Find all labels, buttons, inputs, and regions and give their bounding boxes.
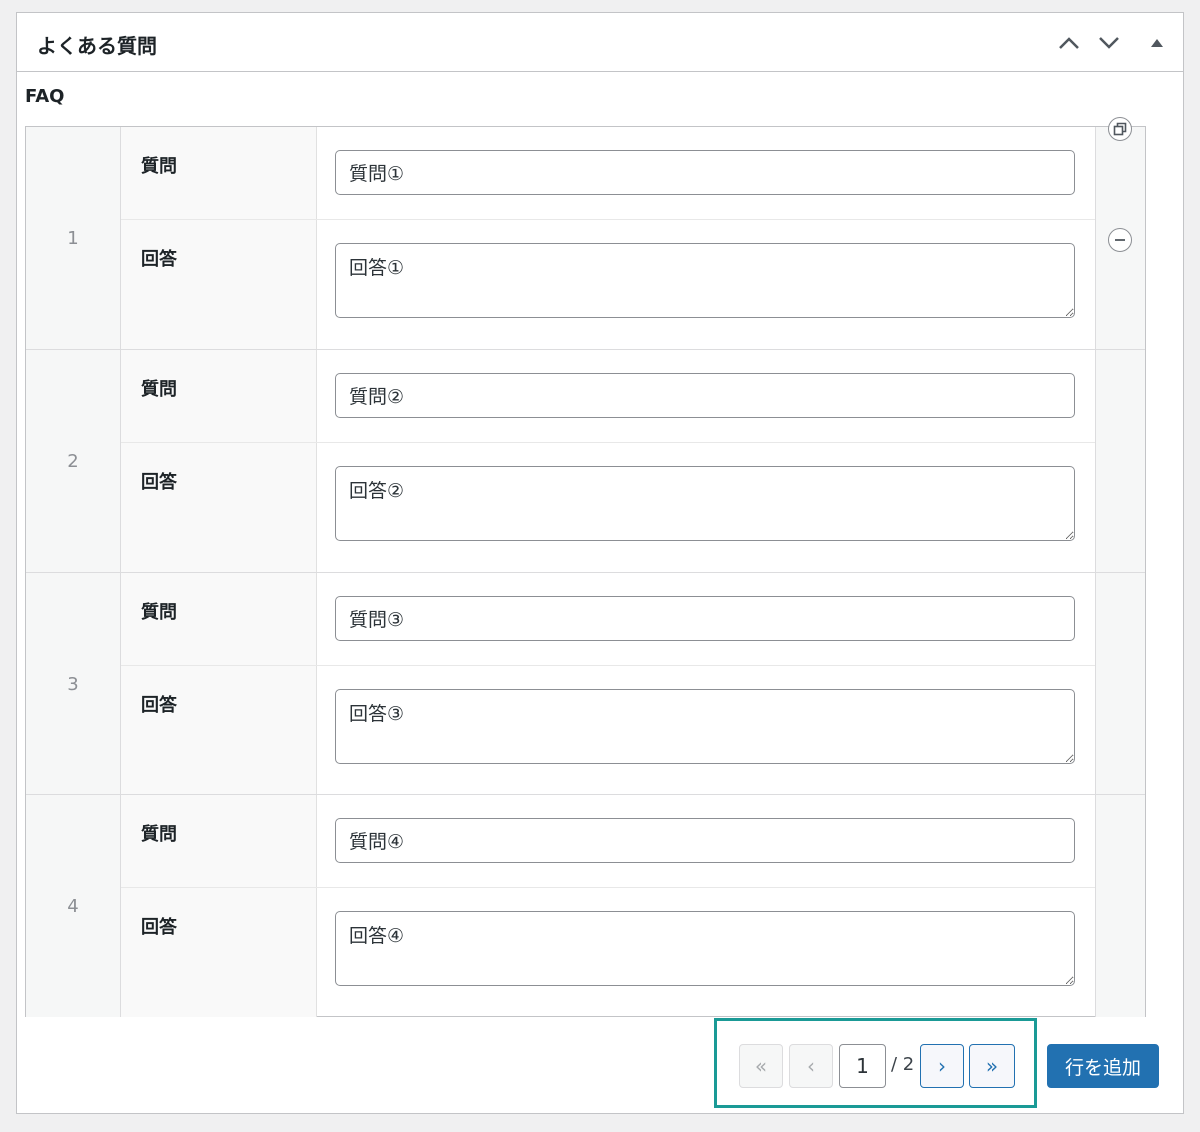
answer-subfield: 回答 回答④: [121, 888, 1095, 1017]
current-page-input[interactable]: [839, 1044, 886, 1088]
row-actions: [1095, 350, 1145, 572]
row-actions: [1095, 795, 1145, 1017]
repeater-row: 3 質問 回答 回答③: [26, 572, 1145, 795]
question-input-cell: [317, 350, 1095, 442]
field-label: FAQ: [25, 86, 65, 107]
answer-textarea[interactable]: 回答①: [335, 243, 1075, 318]
row-handle[interactable]: 1: [26, 127, 121, 350]
triangle-up-icon: [1151, 39, 1163, 47]
question-label: 質問: [141, 602, 177, 623]
total-pages: / 2: [891, 1054, 915, 1075]
answer-textarea[interactable]: 回答④: [335, 911, 1075, 986]
faq-repeater: 1 質問 回答 回答① 2: [25, 117, 1146, 1017]
answer-input-cell: 回答④: [317, 888, 1095, 1017]
answer-label-cell: 回答: [121, 220, 317, 349]
row-actions: [1095, 573, 1145, 795]
metabox-title: よくある質問: [37, 34, 157, 58]
question-input[interactable]: [335, 818, 1075, 863]
answer-label: 回答: [141, 249, 177, 270]
row-index: 1: [67, 228, 79, 249]
chevron-down-icon: [1099, 37, 1119, 49]
answer-label: 回答: [141, 917, 177, 938]
row-handle[interactable]: 2: [26, 350, 121, 572]
row-handle[interactable]: 4: [26, 795, 121, 1017]
question-input[interactable]: [335, 373, 1075, 418]
question-label: 質問: [141, 156, 177, 177]
chevron-up-icon: [1059, 37, 1079, 49]
answer-label: 回答: [141, 472, 177, 493]
row-index: 2: [67, 450, 79, 472]
repeater-row: 4 質問 回答 回答④: [26, 794, 1145, 1017]
question-label-cell: 質問: [121, 573, 317, 665]
answer-subfield: 回答 回答②: [121, 443, 1095, 572]
row-handle[interactable]: 3: [26, 573, 121, 795]
metabox-header: よくある質問: [17, 13, 1183, 72]
question-subfield: 質問: [121, 795, 1095, 888]
answer-input-cell: 回答①: [317, 220, 1095, 349]
minus-icon: [1115, 239, 1125, 241]
question-label: 質問: [141, 824, 177, 845]
question-subfield: 質問: [121, 350, 1095, 443]
question-label-cell: 質問: [121, 350, 317, 442]
answer-label-cell: 回答: [121, 443, 317, 572]
question-label-cell: 質問: [121, 795, 317, 887]
answer-subfield: 回答 回答③: [121, 666, 1095, 795]
prev-page-button[interactable]: ‹: [789, 1044, 833, 1088]
row-index: 3: [67, 673, 79, 695]
repeater-row: 2 質問 回答 回答②: [26, 349, 1145, 572]
move-down-button[interactable]: [1095, 29, 1123, 57]
question-input-cell: [317, 127, 1095, 219]
next-page-button[interactable]: ›: [920, 1044, 964, 1088]
remove-row-button[interactable]: [1108, 228, 1132, 252]
answer-textarea[interactable]: 回答②: [335, 466, 1075, 541]
last-page-button[interactable]: »: [969, 1044, 1015, 1088]
question-input[interactable]: [335, 150, 1075, 195]
duplicate-icon: [1113, 122, 1127, 136]
question-input[interactable]: [335, 596, 1075, 641]
answer-input-cell: 回答③: [317, 666, 1095, 795]
move-up-button[interactable]: [1055, 29, 1083, 57]
row-actions: [1095, 117, 1145, 350]
answer-label: 回答: [141, 695, 177, 716]
question-input-cell: [317, 795, 1095, 887]
answer-label-cell: 回答: [121, 888, 317, 1017]
first-page-button[interactable]: «: [739, 1044, 783, 1088]
answer-label-cell: 回答: [121, 666, 317, 795]
duplicate-row-button[interactable]: [1108, 117, 1132, 141]
answer-textarea[interactable]: 回答③: [335, 689, 1075, 764]
answer-subfield: 回答 回答①: [121, 220, 1095, 349]
row-index: 4: [67, 895, 79, 917]
add-row-button[interactable]: 行を追加: [1047, 1044, 1159, 1088]
question-subfield: 質問: [121, 127, 1095, 220]
question-label: 質問: [141, 379, 177, 400]
question-label-cell: 質問: [121, 127, 317, 219]
question-subfield: 質問: [121, 573, 1095, 666]
question-input-cell: [317, 573, 1095, 665]
answer-input-cell: 回答②: [317, 443, 1095, 572]
toggle-panel-button[interactable]: [1143, 29, 1171, 57]
repeater-row: 1 質問 回答 回答①: [26, 117, 1145, 350]
